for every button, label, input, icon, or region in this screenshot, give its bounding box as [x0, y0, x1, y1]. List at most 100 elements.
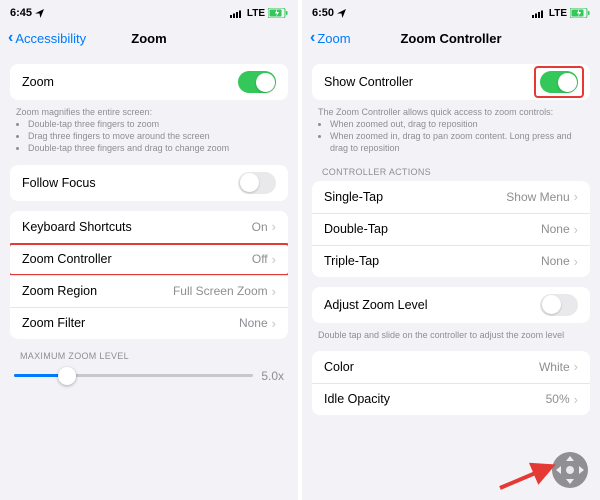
adjust-zoom-label: Adjust Zoom Level: [324, 298, 428, 312]
slider-track[interactable]: [14, 374, 253, 377]
show-controller-label: Show Controller: [324, 75, 413, 89]
zoom-region-value: Full Screen Zoom: [173, 284, 268, 298]
zoom-filter-row[interactable]: Zoom Filter None ›: [10, 307, 288, 339]
adjust-zoom-row[interactable]: Adjust Zoom Level: [312, 287, 590, 323]
signal-icon: [230, 9, 244, 18]
follow-focus-toggle[interactable]: [238, 172, 276, 194]
battery-icon: [570, 8, 590, 18]
chevron-right-icon: [579, 466, 584, 474]
show-help-heading: The Zoom Controller allows quick access …: [318, 106, 584, 118]
slider-knob[interactable]: [58, 367, 76, 385]
max-zoom-slider[interactable]: 5.0x: [14, 369, 284, 383]
zoom-controller-label: Zoom Controller: [22, 252, 112, 266]
chevron-right-icon: ›: [574, 189, 578, 204]
zoom-region-label: Zoom Region: [22, 284, 97, 298]
single-tap-row[interactable]: Single-Tap Show Menu ›: [312, 181, 590, 213]
color-row[interactable]: Color White ›: [312, 351, 590, 383]
zoom-help-text: Zoom magnifies the entire screen: Double…: [0, 100, 298, 155]
adjust-zoom-group: Adjust Zoom Level: [312, 287, 590, 323]
show-controller-toggle[interactable]: [540, 71, 578, 93]
zoom-help-item: Double-tap three fingers to zoom: [28, 118, 282, 130]
screenshot-zoom-controller: 6:50 LTE ‹ Zoom Zoom Controller Show Con…: [302, 0, 600, 500]
adjust-zoom-help: Double tap and slide on the controller t…: [302, 323, 600, 341]
single-tap-label: Single-Tap: [324, 190, 383, 204]
chevron-left-icon: ‹: [310, 29, 315, 47]
triple-tap-value: None: [541, 254, 570, 268]
zoom-controller-value: Off: [252, 252, 268, 266]
status-time: 6:45: [10, 7, 32, 19]
follow-focus-row[interactable]: Follow Focus: [10, 165, 288, 201]
network-label: LTE: [549, 8, 567, 19]
controller-actions-header: CONTROLLER ACTIONS: [302, 155, 600, 179]
chevron-right-icon: ›: [574, 392, 578, 407]
navigation-bar: ‹ Zoom Zoom Controller: [302, 22, 600, 54]
show-controller-row[interactable]: Show Controller: [312, 64, 590, 100]
zoom-region-row[interactable]: Zoom Region Full Screen Zoom ›: [10, 275, 288, 307]
keyboard-shortcuts-row[interactable]: Keyboard Shortcuts On ›: [10, 211, 288, 243]
double-tap-value: None: [541, 222, 570, 236]
chevron-right-icon: ›: [272, 252, 276, 267]
idle-opacity-row[interactable]: Idle Opacity 50% ›: [312, 383, 590, 415]
chevron-right-icon: ›: [574, 359, 578, 374]
follow-focus-group: Follow Focus: [10, 165, 288, 201]
show-help-item: When zoomed in, drag to pan zoom content…: [330, 130, 584, 154]
single-tap-value: Show Menu: [506, 190, 569, 204]
zoom-label: Zoom: [22, 75, 54, 89]
zoom-filter-value: None: [239, 316, 268, 330]
show-controller-group: Show Controller: [312, 64, 590, 100]
chevron-left-icon: ‹: [8, 29, 13, 47]
page-title: Zoom Controller: [400, 31, 501, 46]
color-value: White: [539, 360, 570, 374]
page-title: Zoom: [131, 31, 166, 46]
screenshot-zoom-settings: 6:45 LTE ‹ Accessibility Zoom Zoom: [0, 0, 298, 500]
network-label: LTE: [247, 8, 265, 19]
back-label: Zoom: [317, 31, 350, 46]
zoom-controller-center: [566, 466, 574, 474]
chevron-right-icon: ›: [574, 222, 578, 237]
status-bar: 6:45 LTE: [0, 0, 298, 22]
triple-tap-row[interactable]: Triple-Tap None ›: [312, 245, 590, 277]
back-label: Accessibility: [15, 31, 86, 46]
keyboard-shortcuts-label: Keyboard Shortcuts: [22, 220, 132, 234]
adjust-zoom-toggle[interactable]: [540, 294, 578, 316]
chevron-down-icon: [566, 479, 574, 484]
zoom-toggle-row[interactable]: Zoom: [10, 64, 288, 100]
keyboard-shortcuts-value: On: [252, 220, 268, 234]
zoom-help-heading: Zoom magnifies the entire screen:: [16, 106, 282, 118]
chevron-right-icon: ›: [272, 316, 276, 331]
max-zoom-header: MAXIMUM ZOOM LEVEL: [0, 339, 298, 363]
idle-opacity-value: 50%: [546, 392, 570, 406]
double-tap-row[interactable]: Double-Tap None ›: [312, 213, 590, 245]
double-tap-label: Double-Tap: [324, 222, 388, 236]
chevron-right-icon: ›: [272, 284, 276, 299]
zoom-toggle[interactable]: [238, 71, 276, 93]
follow-focus-label: Follow Focus: [22, 176, 96, 190]
zoom-help-item: Drag three fingers to move around the sc…: [28, 130, 282, 142]
triple-tap-label: Triple-Tap: [324, 254, 379, 268]
chevron-right-icon: ›: [574, 254, 578, 269]
chevron-up-icon: [566, 456, 574, 461]
idle-opacity-label: Idle Opacity: [324, 392, 390, 406]
signal-icon: [532, 9, 546, 18]
chevron-right-icon: ›: [272, 219, 276, 234]
show-help-item: When zoomed out, drag to reposition: [330, 118, 584, 130]
zoom-filter-label: Zoom Filter: [22, 316, 85, 330]
show-controller-help: The Zoom Controller allows quick access …: [302, 100, 600, 155]
chevron-left-icon: [556, 466, 561, 474]
color-label: Color: [324, 360, 354, 374]
zoom-toggle-group: Zoom: [10, 64, 288, 100]
zoom-controller-row[interactable]: Zoom Controller Off ›: [10, 243, 288, 275]
status-bar: 6:50 LTE: [302, 0, 600, 22]
zoom-controller-widget[interactable]: [552, 452, 588, 488]
location-icon: [35, 9, 44, 18]
zoom-help-item: Double-tap three fingers and drag to cha…: [28, 142, 282, 154]
battery-icon: [268, 8, 288, 18]
slider-max-label: 5.0x: [261, 369, 284, 383]
zoom-options-group: Keyboard Shortcuts On › Zoom Controller O…: [10, 211, 288, 339]
back-button[interactable]: ‹ Zoom: [310, 29, 351, 47]
back-button[interactable]: ‹ Accessibility: [8, 29, 86, 47]
appearance-group: Color White › Idle Opacity 50% ›: [312, 351, 590, 415]
navigation-bar: ‹ Accessibility Zoom: [0, 22, 298, 54]
status-time: 6:50: [312, 7, 334, 19]
controller-actions-group: Single-Tap Show Menu › Double-Tap None › T…: [312, 181, 590, 277]
